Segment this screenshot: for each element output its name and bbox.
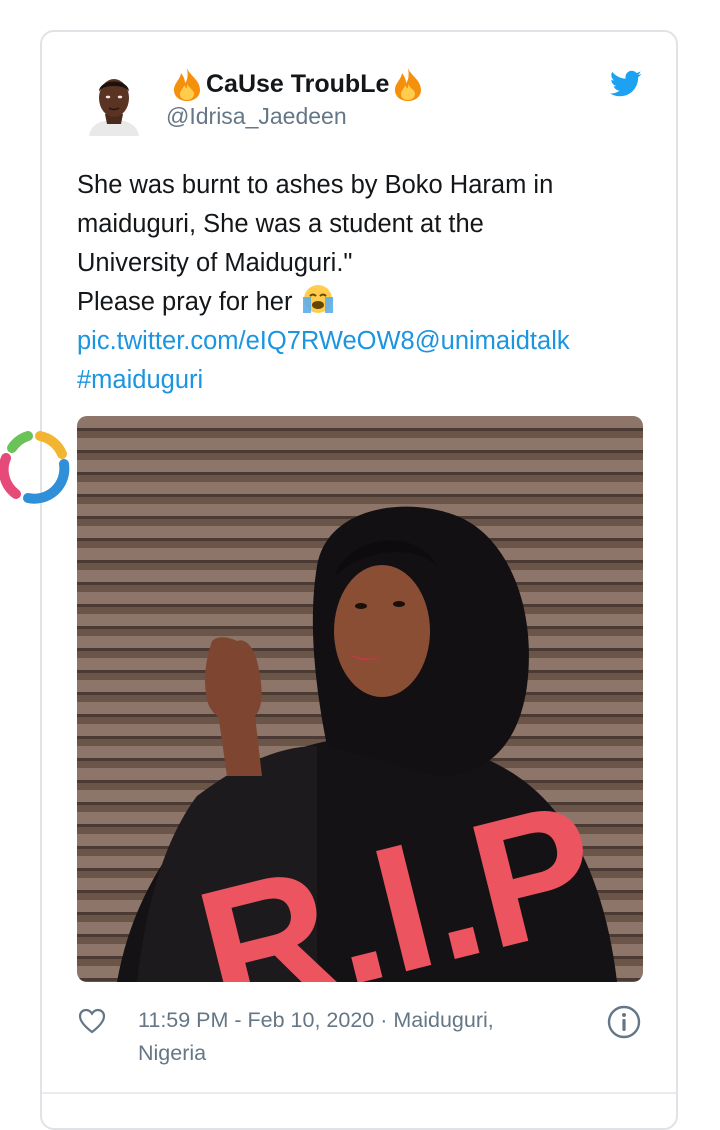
avatar[interactable] bbox=[83, 68, 145, 136]
user-handle[interactable]: @Idrisa_Jaedeen bbox=[166, 103, 347, 130]
fire-icon bbox=[174, 68, 200, 101]
tweet-timestamp: 11:59 PM - Feb 10, 2020 · Maiduguri, bbox=[138, 1008, 494, 1032]
loading-spinner-icon bbox=[0, 431, 70, 504]
twitter-bird-icon[interactable] bbox=[610, 70, 642, 98]
heart-icon[interactable] bbox=[78, 1008, 106, 1034]
mention-link[interactable]: @unimaidtalk bbox=[415, 327, 570, 355]
display-name[interactable]: CaUse TroubLe bbox=[170, 66, 425, 102]
media-link[interactable]: pic.twitter.com/eIQ7RWeOW8 bbox=[77, 327, 415, 355]
display-name-text: CaUse TroubLe bbox=[206, 69, 390, 98]
tweet-photo[interactable]: R.I.P bbox=[77, 416, 643, 982]
info-icon[interactable] bbox=[606, 1004, 642, 1040]
tweet-text-line-pray: Please pray for her bbox=[77, 283, 647, 322]
tweet-links: pic.twitter.com/eIQ7RWeOW8@unimaidtalk bbox=[77, 322, 647, 361]
tweet-meta[interactable]: 11:59 PM - Feb 10, 2020 · Maiduguri, Nig… bbox=[138, 1004, 568, 1070]
tweet-text-line: maiduguri, She was a student at the bbox=[77, 210, 484, 238]
loudly-crying-face-icon bbox=[302, 285, 333, 313]
tweet-location: Nigeria bbox=[138, 1041, 207, 1065]
divider bbox=[42, 1092, 676, 1094]
tweet-text-line: She was burnt to ashes by Boko Haram in bbox=[77, 171, 554, 199]
fire-icon bbox=[395, 68, 422, 101]
tweet-text: She was burnt to ashes by Boko Haram in … bbox=[77, 166, 647, 400]
tweet-text-line: Please pray for her bbox=[77, 288, 293, 316]
tweet-text-line: University of Maiduguri." bbox=[77, 249, 353, 277]
hashtag-link[interactable]: #maiduguri bbox=[77, 361, 647, 400]
